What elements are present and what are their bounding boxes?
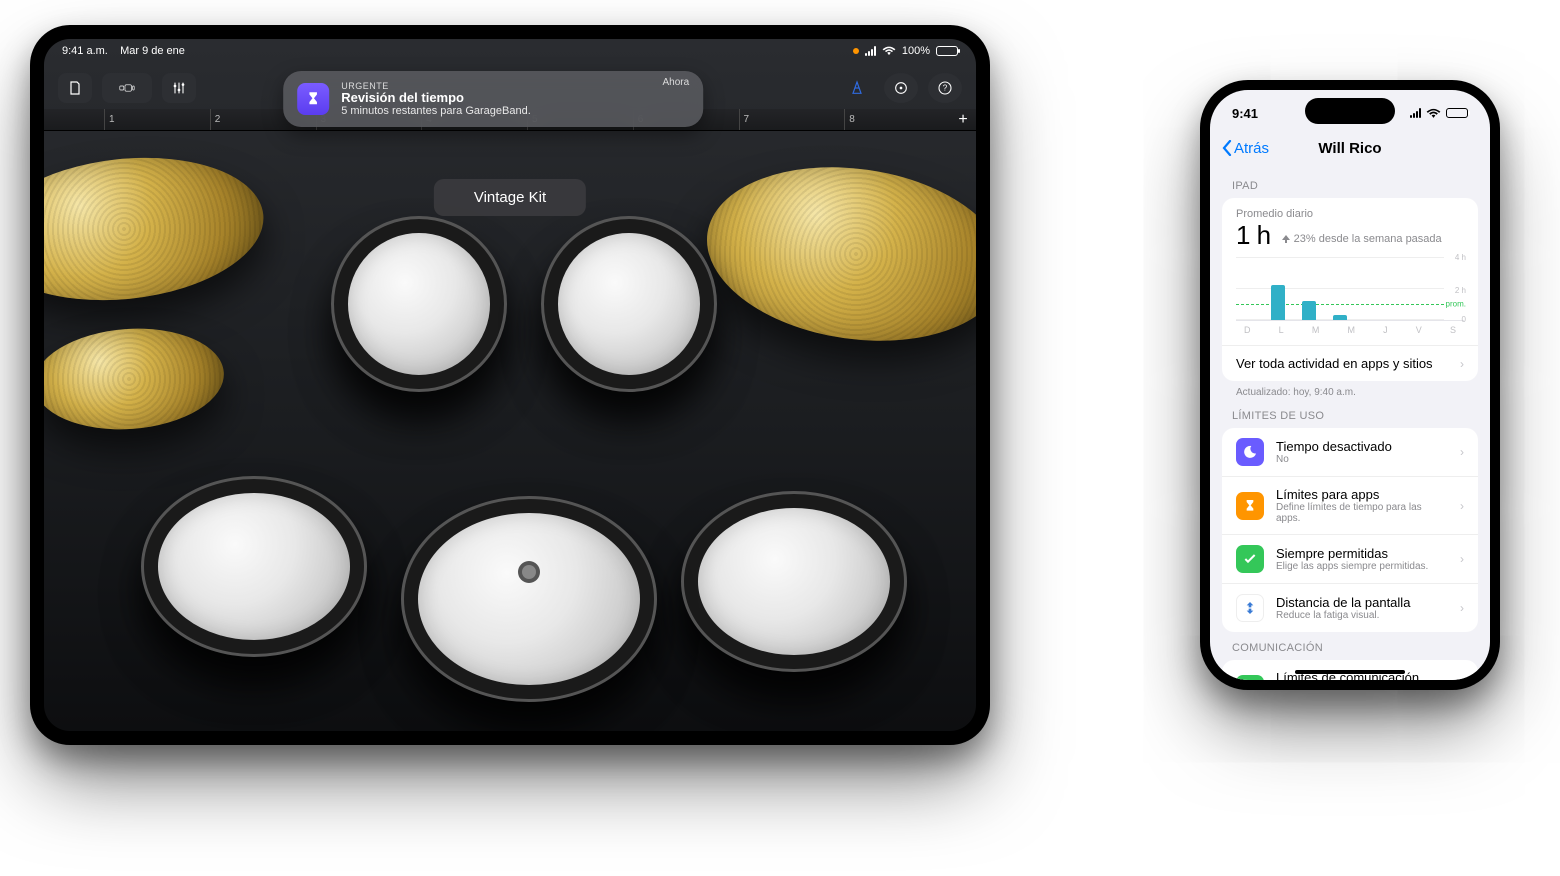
mixer-button[interactable]: [162, 73, 196, 103]
cell-signal-icon: [1410, 108, 1421, 118]
section-header: LÍMITES DE USO: [1232, 410, 1478, 422]
avg-label: Promedio diario: [1236, 208, 1464, 220]
chevron-right-icon: ›: [1460, 601, 1464, 615]
screen-time-content: IPAD Promedio diario 1 h 23% desde la se…: [1210, 170, 1490, 680]
xtick: S: [1450, 325, 1456, 335]
avg-change: 23% desde la semana pasada: [1294, 233, 1442, 245]
wifi-icon: [882, 46, 896, 56]
xtick: V: [1416, 325, 1422, 335]
crash-cymbal-left[interactable]: [44, 145, 271, 314]
home-indicator[interactable]: [1295, 670, 1405, 674]
chart-bar: [1271, 285, 1285, 320]
svg-text:?: ?: [943, 84, 948, 93]
metronome-button[interactable]: [840, 73, 874, 103]
app-limits-row[interactable]: Límites para apps Define límites de tiem…: [1222, 476, 1478, 534]
add-track-button[interactable]: +: [950, 111, 976, 129]
ytick: 0: [1462, 315, 1466, 324]
arrow-up-icon: [1281, 234, 1291, 244]
ytick: 4 h: [1455, 253, 1466, 262]
dynamic-island: [1305, 98, 1395, 124]
xtick: D: [1244, 325, 1251, 335]
contacts-icon: [1236, 675, 1264, 681]
screen-distance-row[interactable]: Distancia de la pantalla Reduce la fatig…: [1222, 583, 1478, 632]
hihat-cymbal[interactable]: [44, 322, 227, 435]
notification-time: Ahora: [663, 77, 690, 88]
kick-drum[interactable]: [404, 499, 654, 699]
downtime-row[interactable]: Tiempo desactivado No ›: [1222, 428, 1478, 476]
battery-icon: [936, 46, 958, 56]
battery-icon: [1446, 108, 1468, 118]
always-allowed-row[interactable]: Siempre permitidas Elige las apps siempr…: [1222, 534, 1478, 583]
ipad-clock: 9:41 a.m.: [62, 45, 108, 57]
usage-summary-card: Promedio diario 1 h 23% desde la semana …: [1222, 198, 1478, 381]
chevron-right-icon: ›: [1460, 552, 1464, 566]
chart-bar: [1333, 315, 1347, 320]
screen-time-notification[interactable]: URGENTE Revisión del tiempo 5 minutos re…: [283, 71, 703, 127]
ruler-tick: 7: [744, 114, 750, 125]
section-header: COMUNICACIÓN: [1232, 642, 1478, 654]
rack-tom-2[interactable]: [544, 219, 714, 389]
chevron-right-icon: ›: [1460, 445, 1464, 459]
ipad-screen: 9:41 a.m. Mar 9 de ene 100% URGENTE Revi…: [44, 39, 976, 731]
cell-signal-icon: [865, 46, 876, 56]
ipad-status-bar: 9:41 a.m. Mar 9 de ene 100%: [44, 45, 976, 57]
distance-icon: [1236, 594, 1264, 622]
nav-bar: Atrás Will Rico: [1210, 130, 1490, 166]
help-button[interactable]: ?: [928, 73, 962, 103]
wifi-icon: [1426, 108, 1441, 119]
tracks-view-button[interactable]: [102, 73, 152, 103]
iphone-device: 9:41 Atrás Will Rico IPAD Promedio diari…: [1200, 80, 1500, 690]
hourglass-icon: [1236, 492, 1264, 520]
checkmark-icon: [1236, 545, 1264, 573]
xtick: J: [1383, 325, 1388, 335]
avg-value: 1 h: [1236, 220, 1271, 251]
xtick: L: [1279, 325, 1284, 335]
chevron-left-icon: [1222, 140, 1232, 156]
iphone-clock: 9:41: [1232, 106, 1258, 121]
avg-line-label: prom.: [1446, 300, 1466, 309]
chevron-right-icon: ›: [1460, 357, 1464, 371]
ruler-tick: 8: [849, 114, 855, 125]
updated-label: Actualizado: hoy, 9:40 a.m.: [1222, 381, 1478, 400]
chart-bar: [1302, 301, 1316, 320]
chart-xaxis: DLMMJVS: [1236, 321, 1464, 335]
xtick: M: [1347, 325, 1355, 335]
ipad-device: 9:41 a.m. Mar 9 de ene 100% URGENTE Revi…: [30, 25, 990, 745]
notification-body: 5 minutos restantes para GarageBand.: [341, 105, 650, 117]
battery-percent: 100%: [902, 45, 930, 57]
see-all-activity-row[interactable]: Ver toda actividad en apps y sitios ›: [1222, 345, 1478, 381]
floor-tom[interactable]: [684, 494, 904, 669]
moon-icon: [1236, 438, 1264, 466]
drum-kit-selector[interactable]: Vintage Kit: [434, 179, 586, 216]
ride-cymbal-right[interactable]: [696, 149, 976, 359]
recording-indicator-icon: [853, 48, 859, 54]
browser-button[interactable]: [58, 73, 92, 103]
nav-title: Will Rico: [1318, 140, 1381, 157]
ipad-date: Mar 9 de ene: [120, 45, 185, 57]
ruler-tick: 1: [109, 114, 115, 125]
back-button[interactable]: Atrás: [1222, 140, 1269, 157]
chevron-right-icon: ›: [1460, 499, 1464, 513]
settings-button[interactable]: [884, 73, 918, 103]
xtick: M: [1312, 325, 1320, 335]
usage-chart: 4 h 2 h 0 prom.: [1236, 257, 1464, 321]
notification-title: Revisión del tiempo: [341, 91, 650, 105]
section-header: IPAD: [1232, 180, 1478, 192]
ytick: 2 h: [1455, 286, 1466, 295]
hourglass-icon: [297, 83, 329, 115]
iphone-screen: 9:41 Atrás Will Rico IPAD Promedio diari…: [1210, 90, 1490, 680]
snare-drum[interactable]: [144, 479, 364, 654]
drum-kit: [44, 39, 976, 731]
rack-tom-1[interactable]: [334, 219, 504, 389]
ruler-tick: 2: [215, 114, 221, 125]
